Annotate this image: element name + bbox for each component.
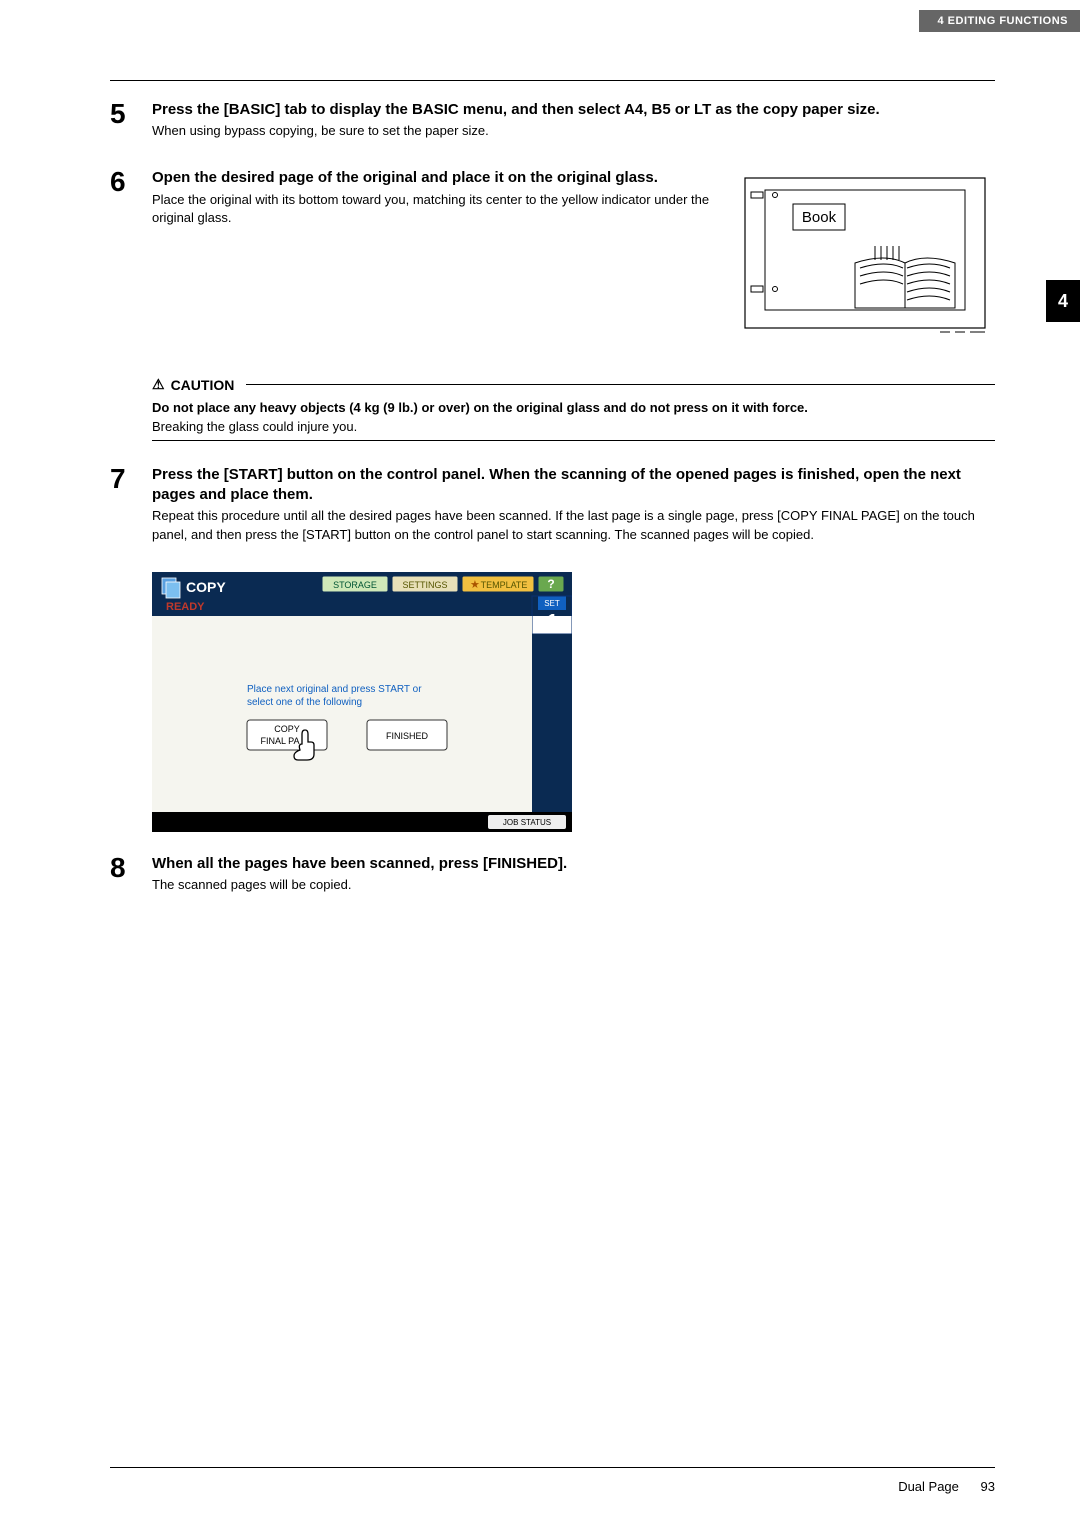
header-section: 4 EDITING FUNCTIONS xyxy=(919,10,1080,32)
set-label: SET xyxy=(544,599,560,608)
step-6-title: Open the desired page of the original an… xyxy=(152,168,715,188)
step-5-number: 5 xyxy=(110,100,152,140)
caution-bold-text: Do not place any heavy objects (4 kg (9 … xyxy=(152,399,995,417)
book-label: Book xyxy=(802,209,837,226)
caution-label: CAUTION xyxy=(171,377,235,393)
content: 5 Press the [BASIC] tab to display the B… xyxy=(110,100,995,922)
tab-settings: SETTINGS xyxy=(402,580,447,590)
step-6-number: 6 xyxy=(110,168,152,348)
panel-btn-copy-final-line2: FINAL PA xyxy=(260,736,299,746)
step-5: 5 Press the [BASIC] tab to display the B… xyxy=(110,100,995,140)
panel-btn-finished: FINISHED xyxy=(386,731,429,741)
warning-icon: ⚠ xyxy=(152,376,165,393)
tab-template: TEMPLATE xyxy=(481,580,528,590)
tab-storage: STORAGE xyxy=(333,580,377,590)
caution-sub-text: Breaking the glass could injure you. xyxy=(152,419,995,434)
step-7-number: 7 xyxy=(110,465,152,544)
step-8: 8 When all the pages have been scanned, … xyxy=(110,854,995,894)
chapter-tab: 4 xyxy=(1046,280,1080,322)
help-icon: ? xyxy=(547,577,554,591)
step-7-desc: Repeat this procedure until all the desi… xyxy=(152,507,995,543)
star-icon: ★ xyxy=(470,579,480,591)
panel-btn-copy-final-line1: COPY xyxy=(274,724,300,734)
step-6-desc: Place the original with its bottom towar… xyxy=(152,191,715,227)
step-6: 6 Open the desired page of the original … xyxy=(110,168,995,348)
header-rule xyxy=(110,80,995,81)
step-8-desc: The scanned pages will be copied. xyxy=(152,876,995,894)
panel-status: READY xyxy=(166,601,205,613)
panel-job-status: JOB STATUS xyxy=(503,818,551,827)
step-7-title: Press the [START] button on the control … xyxy=(152,465,995,506)
caution-block: ⚠ CAUTION Do not place any heavy objects… xyxy=(152,376,995,441)
step-8-title: When all the pages have been scanned, pr… xyxy=(152,854,995,874)
touch-panel-illustration: COPY STORAGE SETTINGS ★ TEMPLATE ? READY… xyxy=(152,572,572,832)
panel-title: COPY xyxy=(186,579,226,595)
footer: Dual Page 93 xyxy=(898,1479,995,1494)
caution-bottom-rule xyxy=(152,440,995,441)
step-5-title: Press the [BASIC] tab to display the BAS… xyxy=(152,100,995,120)
set-value: 1 xyxy=(547,611,558,633)
footer-page-number: 93 xyxy=(981,1479,995,1494)
footer-rule xyxy=(110,1467,995,1468)
panel-prompt-2: select one of the following xyxy=(247,697,362,708)
step-5-desc: When using bypass copying, be sure to se… xyxy=(152,122,995,140)
step-7: 7 Press the [START] button on the contro… xyxy=(110,465,995,544)
book-on-glass-illustration: Book xyxy=(735,168,995,348)
panel-prompt-1: Place next original and press START or xyxy=(247,684,422,695)
step-8-number: 8 xyxy=(110,854,152,894)
footer-title: Dual Page xyxy=(898,1479,959,1494)
